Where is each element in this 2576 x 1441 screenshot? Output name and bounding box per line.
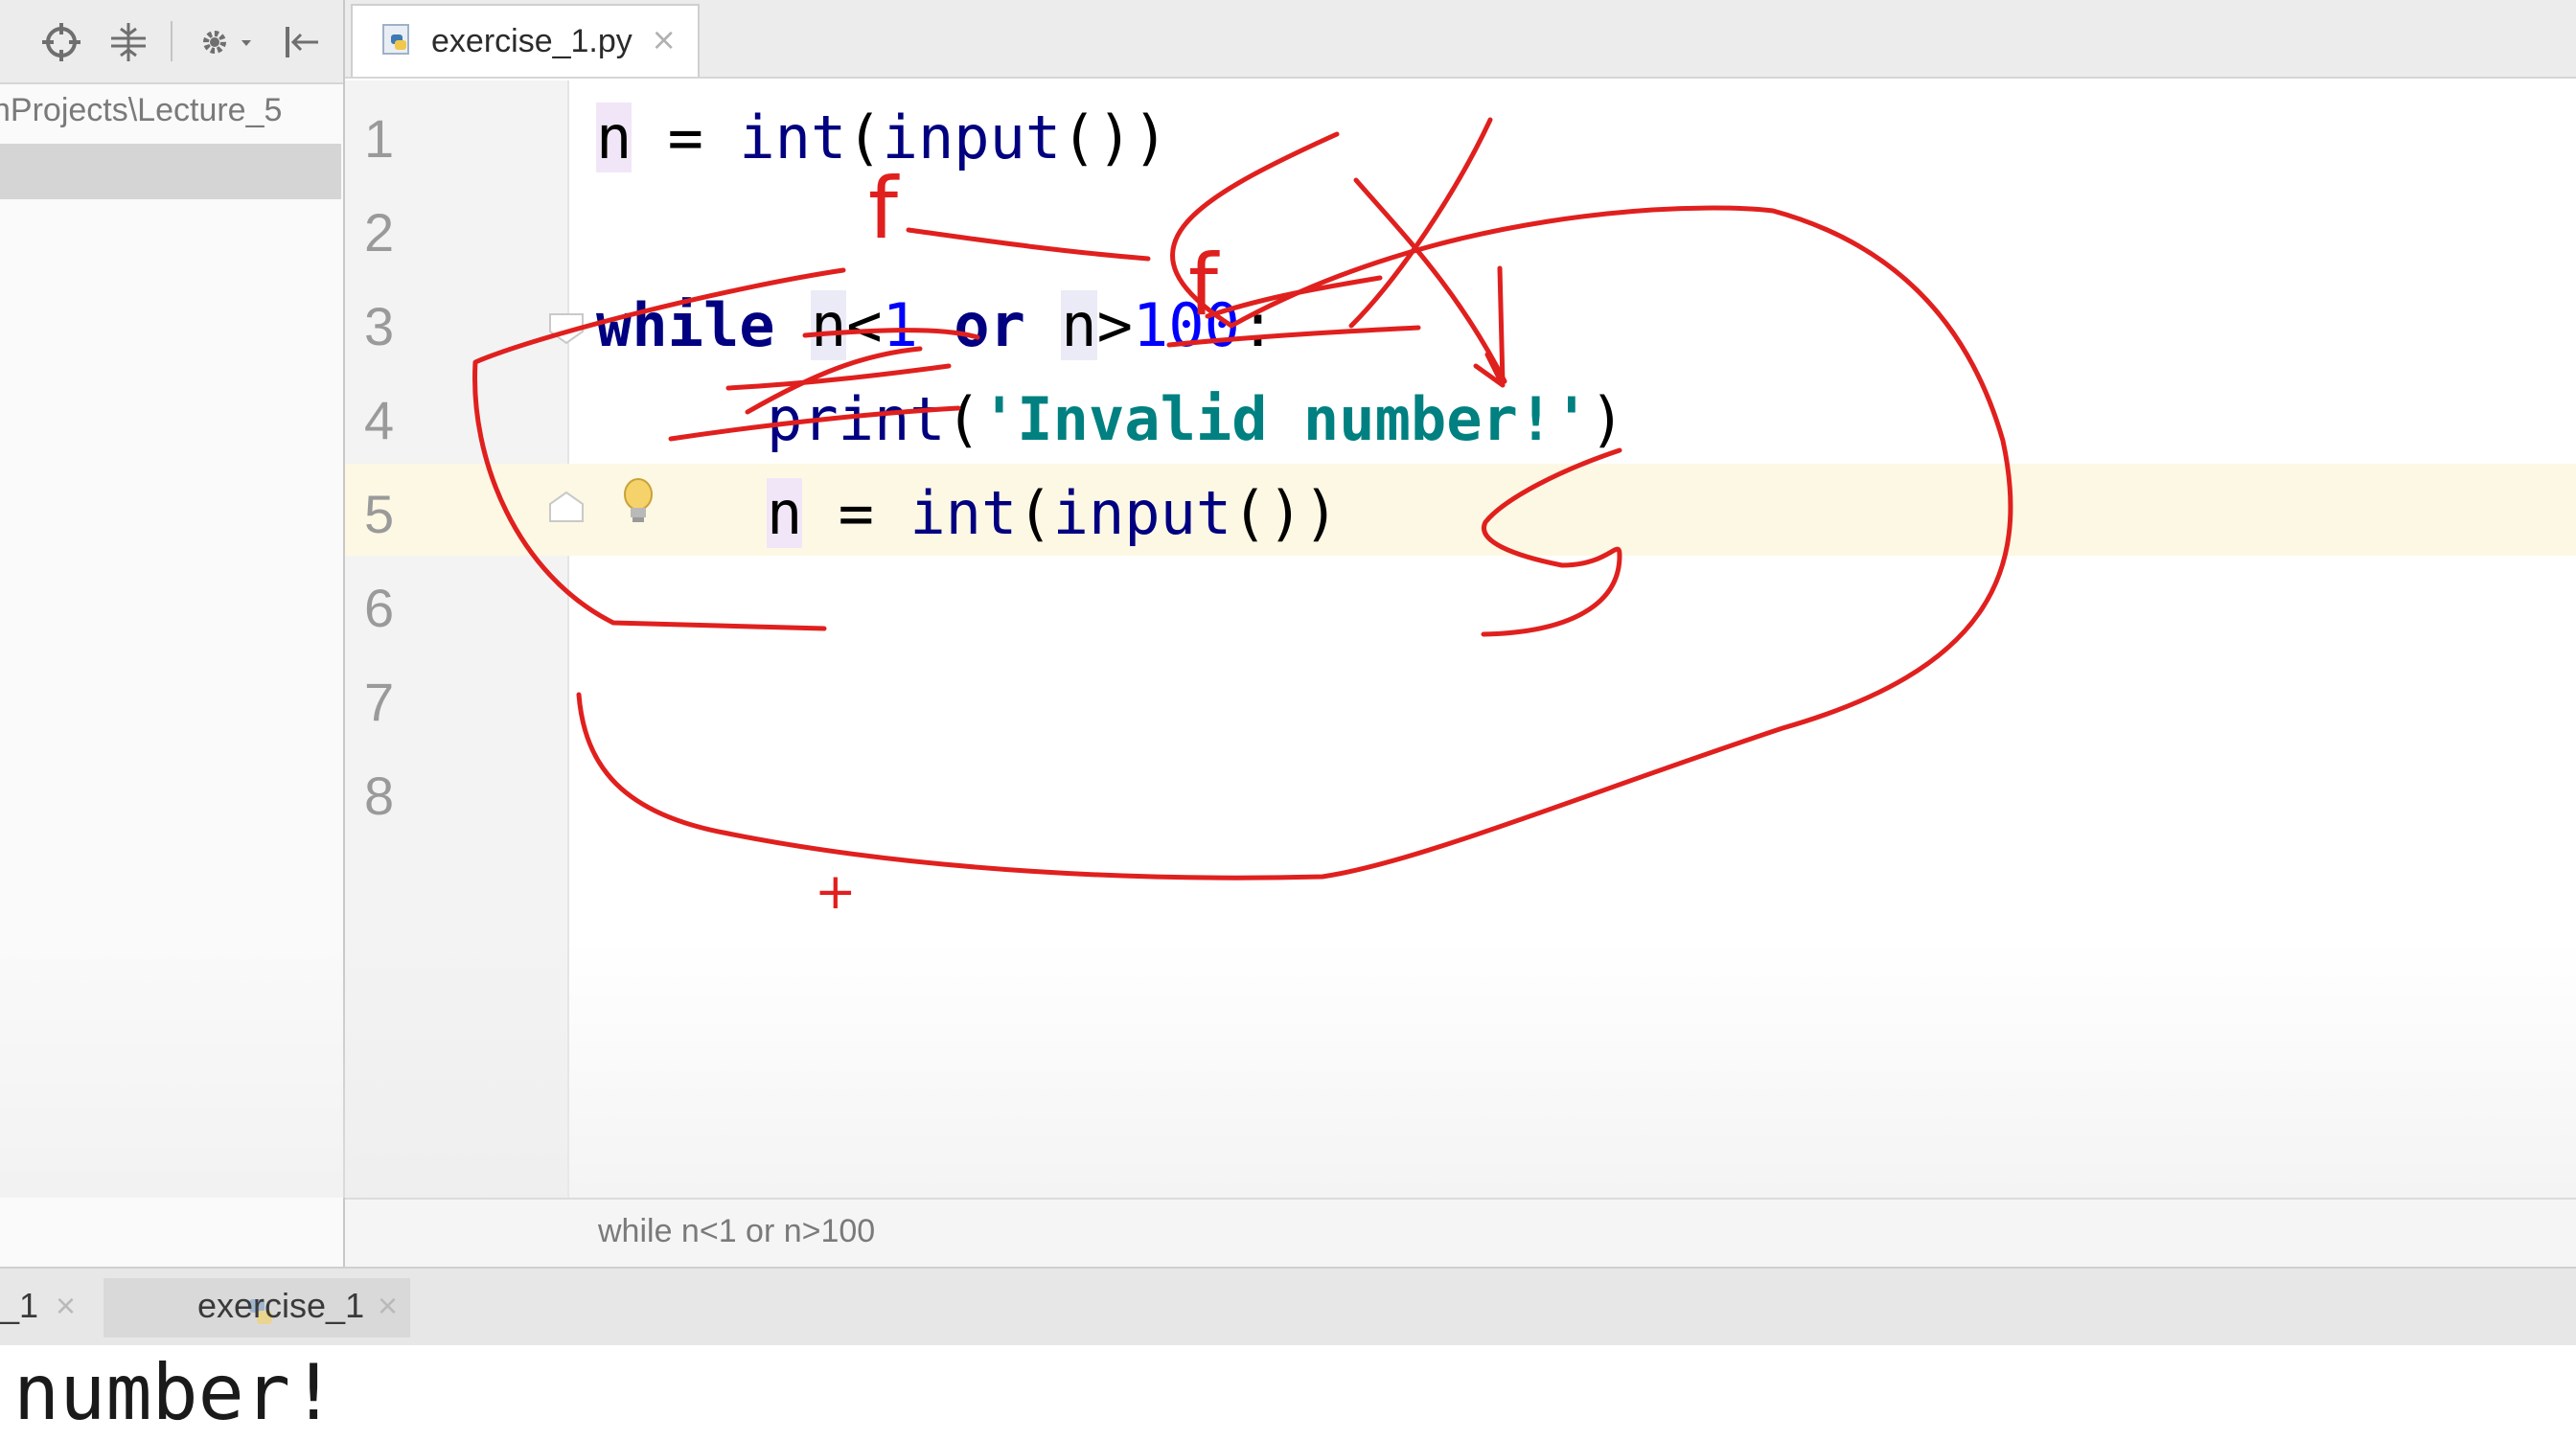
line-number: 3 (364, 296, 395, 356)
hide-panel-icon[interactable] (278, 19, 324, 65)
run-tab-exercise-1[interactable]: exercise_1 × (104, 1278, 410, 1338)
var-n: n (810, 290, 847, 360)
python-file-icon (382, 24, 409, 55)
run-tab-1[interactable]: _1 × (0, 1278, 92, 1345)
close-icon[interactable]: × (378, 1286, 398, 1326)
selected-tree-row[interactable] (0, 144, 341, 199)
fold-close-icon[interactable] (544, 487, 588, 531)
number: 100 (1132, 290, 1240, 360)
paren: ()) (1061, 103, 1169, 172)
console-output[interactable]: number! (0, 1345, 2576, 1441)
keyword-while: while (596, 290, 775, 360)
breadcrumb-bar: while n<1 or n>100 (345, 1198, 2576, 1269)
tab-exercise-1-py[interactable]: exercise_1.py × (351, 4, 700, 77)
tab-label: exercise_1.py (431, 23, 632, 59)
code-line-5[interactable]: n = int(input()) (767, 475, 1339, 552)
fold-open-icon[interactable] (544, 305, 588, 349)
colon: : (1239, 290, 1276, 360)
toolbar-separator (171, 21, 172, 61)
code-editor-area[interactable] (569, 80, 2576, 1198)
line-number: 6 (364, 578, 395, 638)
line-number: 5 (364, 484, 395, 544)
paren: ) (1589, 384, 1625, 454)
builtin-print: print (767, 384, 946, 454)
code-line-3[interactable]: while n<1 or n>100: (596, 287, 1276, 364)
close-icon[interactable]: × (56, 1286, 76, 1325)
operator: > (1096, 290, 1133, 360)
project-toolbar (0, 0, 343, 84)
run-tab-label: exercise_1 (197, 1286, 365, 1325)
builtin-int: int (739, 103, 847, 172)
line-number: 1 (364, 108, 395, 169)
line-number: 8 (364, 766, 395, 826)
paren: ()) (1231, 478, 1340, 548)
string-literal: 'Invalid number!' (980, 384, 1590, 454)
console-text: number! (13, 1348, 337, 1437)
tab-close-icon[interactable]: × (651, 21, 677, 57)
crosshair-icon[interactable] (38, 19, 84, 65)
paren: ( (846, 103, 883, 172)
keyword-or: or (954, 290, 1025, 360)
operator: < (846, 290, 883, 360)
project-panel: nProjects\Lecture_5 (0, 0, 345, 1267)
collapse-icon[interactable] (105, 19, 151, 65)
var-n: n (767, 478, 803, 548)
operator: = (802, 478, 910, 548)
builtin-int: int (909, 478, 1018, 548)
line-number: 7 (364, 672, 395, 732)
breadcrumb[interactable]: while n<1 or n>100 (598, 1213, 875, 1250)
code-line-4[interactable]: print('Invalid number!') (767, 381, 1625, 458)
paren: ( (1017, 478, 1053, 548)
builtin-input: input (1052, 478, 1232, 548)
gear-icon[interactable] (194, 19, 261, 65)
editor-tab-bar: exercise_1.py × (345, 0, 2576, 79)
project-path[interactable]: nProjects\Lecture_5 (0, 92, 316, 136)
run-tab-label: _1 (0, 1286, 39, 1325)
paren: ( (945, 384, 981, 454)
var-n: n (596, 103, 632, 172)
line-number: 4 (364, 390, 395, 450)
line-number: 2 (364, 202, 395, 263)
number: 1 (882, 290, 918, 360)
lightbulb-icon[interactable] (619, 475, 657, 529)
operator: = (632, 103, 740, 172)
current-line-highlight (345, 464, 2576, 556)
builtin-input: input (882, 103, 1062, 172)
var-n: n (1061, 290, 1097, 360)
code-line-1[interactable]: n = int(input()) (596, 100, 1168, 176)
run-tab-bar: _1 × exercise_1 × (0, 1267, 2576, 1347)
